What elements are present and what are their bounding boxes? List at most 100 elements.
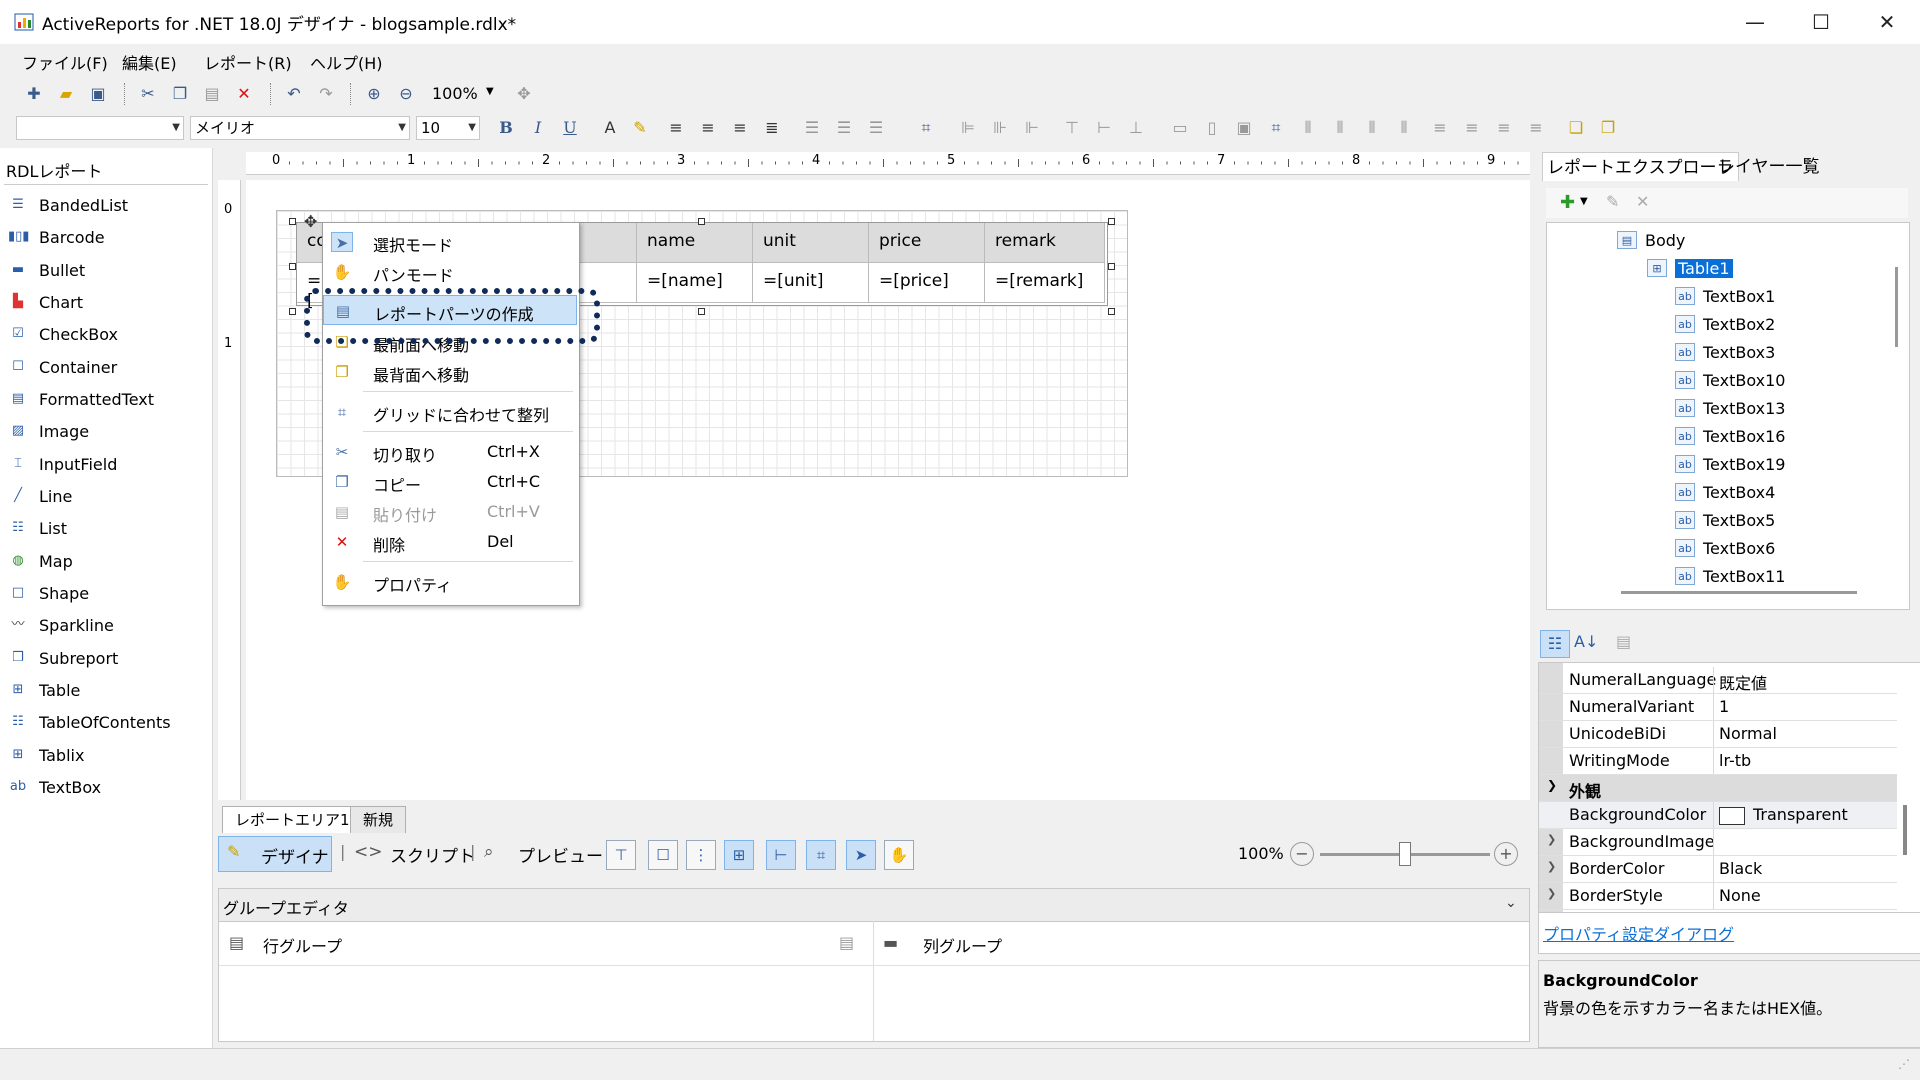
same-height-icon[interactable]: ▯: [1200, 116, 1224, 140]
outdent-icon[interactable]: ☰: [864, 116, 888, 140]
resize-handle[interactable]: [289, 263, 296, 270]
align-centers-icon[interactable]: ⊪: [988, 116, 1012, 140]
tool-list[interactable]: ☷ List: [8, 515, 208, 545]
script-view-button[interactable]: スクリプト: [390, 842, 475, 867]
resize-grip-icon[interactable]: ⋰: [1898, 1057, 1910, 1071]
preview-view-button[interactable]: プレビュー: [518, 842, 603, 867]
table-detail-cell[interactable]: =[unit]: [753, 263, 869, 303]
tool-textbox[interactable]: ab TextBox: [8, 774, 208, 804]
code-icon[interactable]: <>: [354, 842, 383, 862]
menu-item-paste[interactable]: ▤ 貼り付け Ctrl+V: [323, 497, 577, 527]
align-lefts-icon[interactable]: ⊫: [956, 116, 980, 140]
bullet-list-icon[interactable]: ☰: [800, 116, 824, 140]
expand-icon[interactable]: ❯: [1547, 887, 1556, 900]
tab-layer-list[interactable]: レイヤー一覧: [1714, 152, 1824, 177]
pointer-icon[interactable]: ➤: [846, 840, 876, 870]
zoom-slider-thumb[interactable]: [1399, 842, 1411, 866]
tree-node-body[interactable]: ▤ Body: [1617, 227, 1817, 255]
categorized-icon[interactable]: ☷: [1540, 630, 1570, 658]
minimize-button[interactable]: —: [1722, 0, 1788, 44]
h-spacing-equal-icon[interactable]: ⫴: [1296, 116, 1320, 140]
table-detail-cell[interactable]: =[price]: [869, 263, 985, 303]
menu-item-select-mode[interactable]: ➤ 選択モード: [323, 227, 577, 257]
grid-toggle-icon[interactable]: ⊞: [724, 840, 754, 870]
tree-node-textbox[interactable]: ab TextBox16: [1675, 423, 1875, 451]
table-header-cell[interactable]: price: [869, 223, 985, 263]
same-width-icon[interactable]: ▭: [1168, 116, 1192, 140]
zoom-out-icon[interactable]: ⊖: [394, 82, 418, 106]
tool-bandedlist[interactable]: ☰ BandedList: [8, 192, 208, 222]
cut-icon[interactable]: ✂: [136, 82, 160, 106]
close-button[interactable]: ✕: [1854, 0, 1920, 44]
property-row[interactable]: ❯ BorderStyle None: [1539, 883, 1897, 910]
tab-report-explorer[interactable]: レポートエクスプローラ: [1542, 152, 1739, 181]
tree-node-textbox[interactable]: ab TextBox13: [1675, 395, 1875, 423]
tree-node-textbox[interactable]: ab TextBox4: [1675, 479, 1875, 507]
tool-subreport[interactable]: ❒ Subreport: [8, 645, 208, 675]
v-spacing-dec-icon[interactable]: ≡: [1492, 116, 1516, 140]
zoom-out-button[interactable]: −: [1290, 842, 1314, 866]
property-row[interactable]: ❯ BackgroundImage: [1539, 829, 1897, 856]
tree-node-textbox[interactable]: ab TextBox6: [1675, 535, 1875, 563]
tool-chart[interactable]: ▙ Chart: [8, 289, 208, 319]
tool-line[interactable]: ╱ Line: [8, 483, 208, 513]
table-header-cell[interactable]: remark: [985, 223, 1105, 263]
menu-item-cut[interactable]: ✂ 切り取り Ctrl+X: [323, 437, 577, 467]
align-right-icon[interactable]: ≡: [728, 116, 752, 140]
tab-report-area[interactable]: レポートエリア1: [222, 806, 363, 833]
resize-handle[interactable]: [289, 218, 296, 225]
tool-shape[interactable]: □ Shape: [8, 580, 208, 610]
send-to-back-icon[interactable]: ❐: [1596, 116, 1620, 140]
tool-tablix[interactable]: ⊞ Tablix: [8, 742, 208, 772]
menu-help[interactable]: ヘルプ(H): [310, 50, 383, 74]
justify-icon[interactable]: ≣: [760, 116, 784, 140]
snap-lines-icon[interactable]: ⊢: [766, 840, 796, 870]
tool-barcode[interactable]: ▮▯▮ Barcode: [8, 224, 208, 254]
hand-icon[interactable]: ✋: [884, 840, 914, 870]
menu-item-copy[interactable]: ❐ コピー Ctrl+C: [323, 467, 577, 497]
tree-node-textbox[interactable]: ab TextBox11: [1675, 563, 1875, 591]
grid-snap-icon[interactable]: ⌗: [914, 116, 938, 140]
property-category[interactable]: ❯ 外観: [1539, 775, 1897, 802]
undo-icon[interactable]: ↶: [282, 82, 306, 106]
resize-handle[interactable]: [698, 308, 705, 315]
expand-icon[interactable]: ❯: [1547, 833, 1556, 846]
align-left-icon[interactable]: ≡: [664, 116, 688, 140]
menu-item-align-to-grid[interactable]: ⌗ グリッドに合わせて整列: [323, 397, 577, 427]
same-size-icon[interactable]: ▣: [1232, 116, 1256, 140]
menu-item-delete[interactable]: ✕ 削除 Del: [323, 527, 577, 557]
tree-node-textbox[interactable]: ab TextBox19: [1675, 451, 1875, 479]
delete-icon[interactable]: ✕: [1636, 192, 1649, 211]
tab-new[interactable]: 新規: [350, 806, 407, 833]
horizontal-scrollbar[interactable]: [1621, 591, 1857, 594]
paste-icon[interactable]: ▤: [200, 82, 224, 106]
tool-sparkline[interactable]: 〰 Sparkline: [8, 612, 208, 642]
resize-handle[interactable]: [1108, 308, 1115, 315]
tool-container[interactable]: ☐ Container: [8, 354, 208, 384]
underline-icon[interactable]: U: [558, 116, 582, 140]
save-icon[interactable]: ▣: [86, 82, 110, 106]
property-row[interactable]: NumeralVariant 1: [1539, 694, 1897, 721]
property-row-selected[interactable]: BackgroundColor Transparent: [1539, 802, 1897, 829]
snap-grid-icon[interactable]: ⌗: [806, 840, 836, 870]
move-handle-icon[interactable]: ✥: [304, 212, 317, 231]
redo-icon[interactable]: ↷: [314, 82, 338, 106]
table-header-cell[interactable]: unit: [753, 223, 869, 263]
table-detail-cell[interactable]: =[name]: [637, 263, 753, 303]
background-color-icon[interactable]: ✎: [628, 116, 652, 140]
tool-checkbox[interactable]: ☑ CheckBox: [8, 321, 208, 351]
expand-icon[interactable]: ❯: [1547, 860, 1556, 873]
bring-to-front-icon[interactable]: ❏: [1564, 116, 1588, 140]
tree-node-textbox[interactable]: ab TextBox3: [1675, 339, 1875, 367]
style-combo[interactable]: ▼: [16, 116, 184, 140]
align-center-icon[interactable]: ≡: [696, 116, 720, 140]
property-row[interactable]: ❯ BorderColor Black: [1539, 856, 1897, 883]
tool-map[interactable]: ◍ Map: [8, 548, 208, 578]
align-tops-icon[interactable]: ⊤: [1060, 116, 1084, 140]
open-icon[interactable]: ▰: [54, 82, 78, 106]
menu-item-send-to-back[interactable]: ❐ 最背面へ移動: [323, 357, 577, 387]
font-size-combo[interactable]: 10 ▼: [416, 116, 480, 140]
zoom-combo[interactable]: 100%: [432, 84, 478, 103]
align-bottoms-icon[interactable]: ⊥: [1124, 116, 1148, 140]
maximize-button[interactable]: ☐: [1788, 0, 1854, 44]
